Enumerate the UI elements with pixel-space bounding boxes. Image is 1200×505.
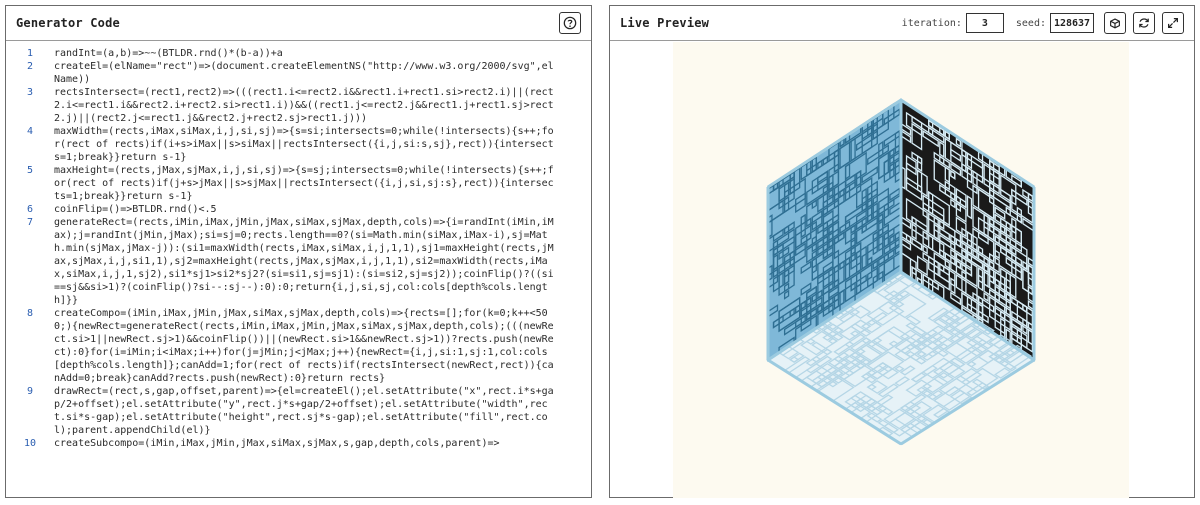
code-text: generateRect=(rects,iMin,iMax,jMin,jMax,… [54,217,554,306]
code-line: 5 maxHeight=(rects,jMax,sjMax,i,j,si,sj)=… [6,164,591,203]
code-text: rectsIntersect=(rect1,rect2)=>(((rect1.i… [54,87,554,124]
preview-panel-header: Live Preview iteration: 3 seed: 128637 [610,6,1194,41]
refresh-icon [1139,18,1149,28]
help-button[interactable] [559,12,581,34]
line-number: 1 [26,48,34,59]
randomize-button[interactable] [1104,12,1126,34]
code-text: drawRect=(rect,s,gap,offset,parent)=>{el… [54,386,554,436]
code-line: 4 maxWidth=(rects,iMax,siMax,i,j,si,sj)=>… [6,125,591,164]
line-number: 5 [26,165,34,176]
line-number: 2 [26,61,34,72]
line-number: 9 [26,386,34,397]
preview-canvas [673,42,1129,498]
maze-cube-artwork [766,98,1036,446]
help-circle-icon [563,16,577,30]
code-text: maxHeight=(rects,jMax,sjMax,i,j,si,sj)=>… [54,165,554,202]
code-text: maxWidth=(rects,iMax,siMax,i,j,si,sj)=>{… [54,126,554,163]
code-line: 3 rectsIntersect=(rect1,rect2)=>(((rect1.… [6,86,591,125]
line-number: 10 [23,438,37,449]
seed-label: seed: [1015,17,1046,29]
code-line: 7 generateRect=(rects,iMin,iMax,jMin,jMax… [6,216,591,307]
iteration-input[interactable]: 3 [965,13,1004,33]
code-line: 10 createSubcompo=(iMin,iMax,jMin,jMax,si… [6,437,591,450]
line-number: 6 [26,204,34,215]
line-number: 3 [26,87,34,98]
seed-input[interactable]: 128637 [1050,13,1094,33]
expand-button[interactable] [1162,12,1184,34]
code-line: 8 createCompo=(iMin,iMax,jMin,jMax,siMax,… [6,307,591,385]
code-text: randInt=(a,b)=>~~(BTLDR.rnd()*(b-a))+a [54,48,283,59]
code-panel-header: Generator Code [6,6,591,41]
code-panel: Generator Code 1 randInt=(a,b)=>~~(BTLDR.… [5,5,592,498]
refresh-button[interactable] [1133,12,1155,34]
code-text: createEl=(elName="rect")=>(document.crea… [54,61,554,85]
code-line: 2 createEl=(elName="rect")=>(document.cre… [6,60,591,86]
preview-area [610,42,1194,498]
code-text: createCompo=(iMin,iMax,jMin,jMax,siMax,s… [54,308,554,384]
code-editor[interactable]: 1 randInt=(a,b)=>~~(BTLDR.rnd()*(b-a))+a 2… [6,42,591,497]
code-line: 1 randInt=(a,b)=>~~(BTLDR.rnd()*(b-a))+a [6,47,591,60]
code-panel-title: Generator Code [16,16,120,30]
dice-icon [1110,18,1120,29]
preview-panel-title: Live Preview [620,16,710,30]
preview-panel: Live Preview iteration: 3 seed: 128637 [609,5,1195,498]
code-text: createSubcompo=(iMin,iMax,jMin,jMax,siMa… [54,438,500,449]
line-number: 7 [26,217,34,228]
line-number: 4 [26,126,34,137]
code-text: coinFlip=()=>BTLDR.rnd()<.5 [54,204,217,215]
iteration-label: iteration: [901,17,962,29]
code-line: 9 drawRect=(rect,s,gap,offset,parent)=>{e… [6,385,591,437]
line-number: 8 [26,308,34,319]
expand-icon [1168,18,1178,28]
code-line: 6 coinFlip=()=>BTLDR.rnd()<.5 [6,203,591,216]
